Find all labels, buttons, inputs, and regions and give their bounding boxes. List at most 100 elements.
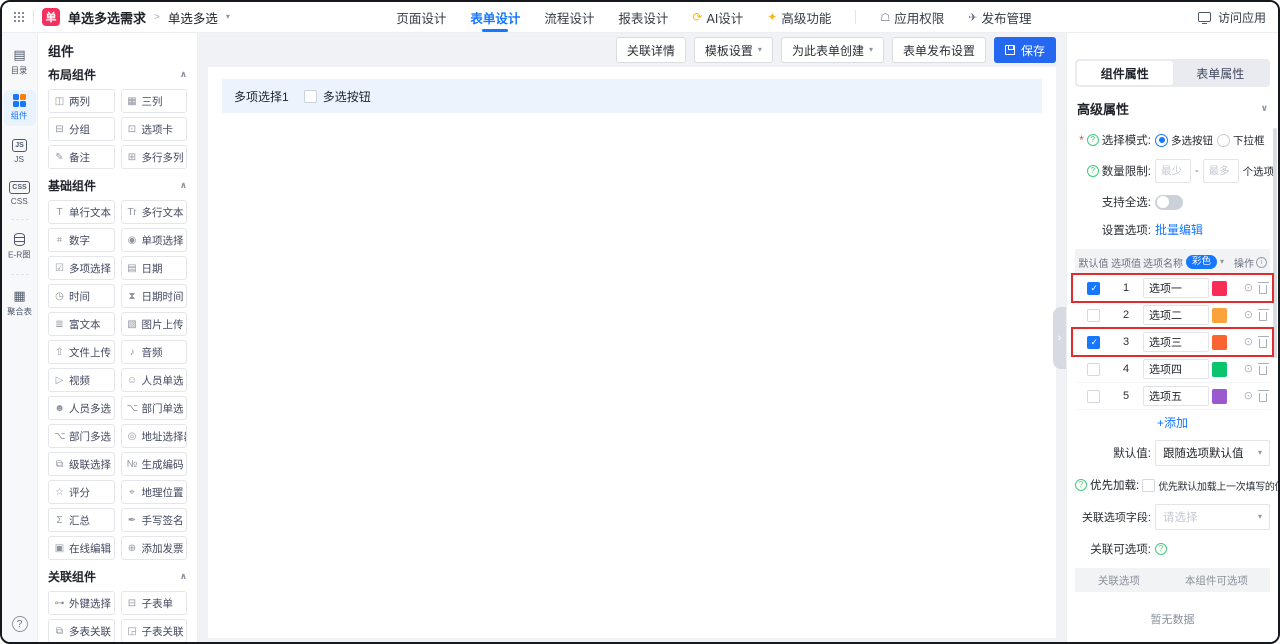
color-swatch[interactable] [1212,362,1227,377]
trash-icon[interactable] [1259,312,1267,321]
default-value-select[interactable]: 跟随选项默认值 ▾ [1155,440,1270,466]
add-option-link[interactable]: +添加 [1157,414,1188,431]
create-from-form-button[interactable]: 为此表单创建▾ [781,37,884,63]
max-count-input[interactable] [1203,159,1239,183]
rail-item-css[interactable]: CSS CSS [4,177,36,210]
component-dept-single[interactable]: ⌥部门单选 [121,396,188,420]
component-rich-text[interactable]: ≣富文本 [48,312,115,336]
component-two-columns[interactable]: ◫两列 [48,89,115,113]
default-checkbox[interactable] [1087,363,1100,376]
component-multi-row-col[interactable]: ⊞多行多列 [121,145,188,169]
form-sheet[interactable]: 多项选择1 多选按钮 [208,67,1056,638]
apps-grid-menu-icon[interactable] [14,12,25,23]
tab-ai-design[interactable]: ⟳AI设计 [692,2,743,32]
relation-field-select[interactable]: 请选择 ▾ [1155,504,1270,530]
trash-icon[interactable] [1259,285,1267,294]
component-single-line-text[interactable]: T单行文本 [48,200,115,224]
tab-form-properties[interactable]: 表单属性 [1173,61,1269,85]
section-basic-components[interactable]: 基础组件 ∧ [48,177,187,194]
tab-component-properties[interactable]: 组件属性 [1077,61,1173,85]
help-question-icon[interactable]: ? [1155,543,1167,555]
trash-icon[interactable] [1259,339,1267,348]
template-settings-button[interactable]: 模板设置▾ [694,37,773,63]
color-swatch[interactable] [1212,281,1227,296]
rail-item-js[interactable]: JS JS [4,135,36,168]
advanced-properties-header[interactable]: 高级属性 ∨ [1077,99,1268,118]
tab-publish-management[interactable]: ✈发布管理 [968,2,1031,32]
section-layout-components[interactable]: 布局组件 ∧ [48,66,187,83]
panel-collapse-handle[interactable]: › [1053,307,1066,369]
component-video[interactable]: ▷视频 [48,368,115,392]
eye-icon[interactable]: ⊙ [1244,337,1253,348]
default-checkbox[interactable] [1087,282,1100,295]
default-checkbox[interactable] [1087,309,1100,322]
trash-icon[interactable] [1259,393,1267,402]
tab-flow-design[interactable]: 流程设计 [544,2,594,32]
component-dept-multi[interactable]: ⌥部门多选 [48,424,115,448]
option-name-input[interactable]: 选项三 [1143,332,1209,352]
component-audio[interactable]: ♪音频 [121,340,188,364]
component-group[interactable]: ⊟分组 [48,117,115,141]
component-signature[interactable]: ✒手写签名 [121,508,188,532]
checkbox-icon[interactable] [304,90,317,103]
batch-edit-link[interactable]: 批量编辑 [1155,221,1203,238]
component-summary[interactable]: Σ汇总 [48,508,115,532]
color-swatch[interactable] [1212,308,1227,323]
chevron-down-icon[interactable]: ▾ [226,13,230,21]
component-subform[interactable]: ⊟子表单 [121,591,188,615]
component-note[interactable]: ✎备注 [48,145,115,169]
current-form-name[interactable]: 单选多选 [168,8,218,27]
section-relation-components[interactable]: 关联组件 ∧ [48,568,187,585]
tab-form-design[interactable]: 表单设计 [470,2,520,32]
select-all-toggle[interactable] [1155,195,1183,210]
component-multi-table-relation[interactable]: ⧉多表关联 [48,619,115,642]
component-rating[interactable]: ☆评分 [48,480,115,504]
component-foreign-key[interactable]: ⊶外键选择 [48,591,115,615]
component-datetime[interactable]: ⧗日期时间 [121,284,188,308]
component-three-columns[interactable]: ▦三列 [121,89,188,113]
scrollbar[interactable] [1273,128,1277,358]
min-count-input[interactable] [1155,159,1191,183]
rail-item-er-diagram[interactable]: E-R图 [4,229,36,265]
component-geolocation[interactable]: ⌖地理位置 [121,480,188,504]
component-subtable-relation[interactable]: ◲子表关联 [121,619,188,642]
component-multi-line-text[interactable]: Tr多行文本 [121,200,188,224]
component-multi-select[interactable]: ☑多项选择 [48,256,115,280]
radio-multi-select-button[interactable]: 多选按钮 [1155,133,1213,148]
save-button[interactable]: 保存 [994,37,1056,63]
component-generate-code[interactable]: №生成编码 [121,452,188,476]
rail-item-directory[interactable]: ▤ 目录 [4,43,36,81]
trash-icon[interactable] [1259,366,1267,375]
default-checkbox[interactable] [1087,390,1100,403]
color-swatch[interactable] [1212,335,1227,350]
component-single-select[interactable]: ◉单项选择 [121,228,188,252]
color-mode-badge[interactable]: 彩色 [1186,255,1217,268]
component-address-picker[interactable]: ◎地址选择器 [121,424,188,448]
help-icon[interactable]: ? [12,616,28,632]
rail-item-components[interactable]: 组件 [4,90,36,126]
option-name-input[interactable]: 选项一 [1143,278,1209,298]
option-name-input[interactable]: 选项五 [1143,386,1209,406]
component-time[interactable]: ◷时间 [48,284,115,308]
tab-advanced-features[interactable]: ✦高级功能 [767,2,831,32]
color-swatch[interactable] [1212,389,1227,404]
chevron-down-icon[interactable]: ▾ [1220,258,1224,266]
component-online-edit[interactable]: ▣在线编辑 [48,536,115,560]
eye-icon[interactable]: ⊙ [1244,310,1253,321]
component-add-invoice[interactable]: ⊕添加发票 [121,536,188,560]
eye-icon[interactable]: ⊙ [1244,364,1253,375]
component-tabs[interactable]: ⊡选项卡 [121,117,188,141]
option-name-input[interactable]: 选项二 [1143,305,1209,325]
component-person-multi[interactable]: ☻人员多选 [48,396,115,420]
tab-page-design[interactable]: 页面设计 [396,2,446,32]
component-date[interactable]: ▤日期 [121,256,188,280]
selected-field-multi-select[interactable]: 多项选择1 多选按钮 [222,79,1042,113]
component-person-single[interactable]: ☺人员单选 [121,368,188,392]
component-number[interactable]: ⌗数字 [48,228,115,252]
option-name-input[interactable]: 选项四 [1143,359,1209,379]
eye-icon[interactable]: ⊙ [1244,283,1253,294]
component-image-upload[interactable]: ▧图片上传 [121,312,188,336]
component-file-upload[interactable]: ⇧文件上传 [48,340,115,364]
eye-icon[interactable]: ⊙ [1244,391,1253,402]
rail-item-aggregate-table[interactable]: ▦ 聚合表 [4,284,36,322]
